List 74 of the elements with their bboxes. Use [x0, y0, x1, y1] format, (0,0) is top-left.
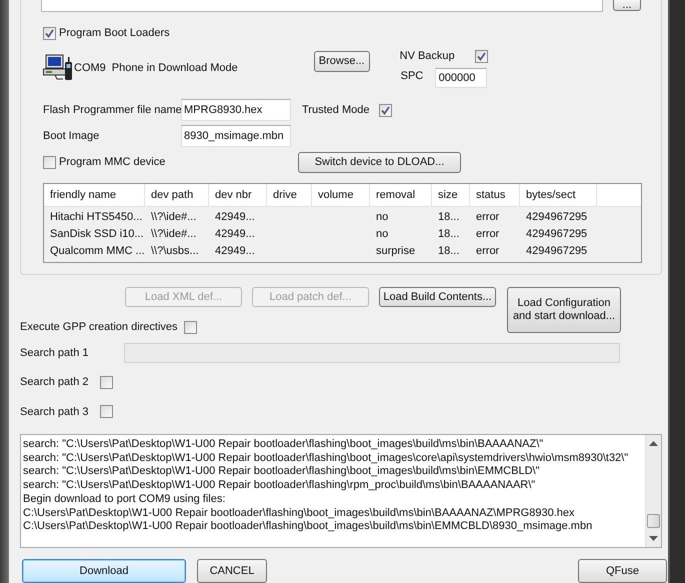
log-line: search: "C:\Users\Pat\Desktop\W1-U00 Repair bootloader\flashing\boot_images\build\ms\bin\EMMCBLD\": [23, 465, 540, 480]
checkbox-label: Execute GPP creation directives: [20, 321, 179, 334]
log-line: search: "C:\Users\Pat\Desktop\W1-U00 Repair bootloader\flashing\boot_images\build\ms\bin\BAAAANAZ\": [23, 438, 544, 452]
table-cell-text: 18...: [437, 210, 460, 225]
browse-button[interactable]: Browse...: [314, 50, 370, 72]
column-header[interactable]: dev nbr: [209, 184, 267, 206]
port-status: Phone in Download Mode: [112, 62, 238, 74]
table-cell-text: 4294967295: [525, 210, 588, 225]
checkbox[interactable]: [100, 405, 113, 418]
browse-path-button[interactable]: ...: [613, 0, 641, 11]
table-cell-text: 18...: [437, 227, 460, 242]
download-button[interactable]: Download: [22, 559, 186, 583]
column-header[interactable]: removal: [370, 184, 432, 206]
checkbox[interactable]: [379, 104, 392, 116]
log-line: search: "C:\Users\Pat\Desktop\W1-U00 Repair bootloader\flashing\boot_images\core\api\systemdrivers\hwio\msm8930\t32\": [23, 452, 628, 466]
column-header[interactable]: status: [470, 184, 520, 206]
nv-backup-label: NV Backup: [400, 50, 456, 62]
table-cell-text: SanDisk SSD i10...: [49, 227, 145, 242]
flash-programmer-label: Flash Programmer file name: [43, 104, 181, 116]
column-header[interactable]: friendly name: [44, 184, 145, 206]
table-cell-text: 42949...: [214, 244, 256, 259]
checkbox[interactable]: [184, 320, 197, 334]
qfuse-button[interactable]: QFuse: [578, 559, 667, 583]
column-header[interactable]: volume: [312, 184, 370, 206]
search-path-label: Search path 2: [20, 376, 90, 388]
table-cell-text: 4294967295: [525, 244, 588, 259]
path-field[interactable]: [41, 0, 603, 12]
table-cell-text: Hitachi HTS5450...: [49, 210, 144, 225]
log-line: Begin download to port COM9 using files:: [23, 492, 226, 507]
port-name: COM9: [74, 62, 106, 74]
table-cell-text: \\?\ide#...: [150, 210, 198, 225]
log-line: search: "C:\Users\Pat\Desktop\W1-U00 Repair bootloader\flashing\rpm_proc\build\ms\bin\BAAAANAAR\": [23, 479, 536, 493]
table-cell-text: error: [475, 227, 500, 242]
table-cell-text: 42949...: [214, 210, 256, 225]
trusted-mode-label: Trusted Mode: [302, 104, 370, 116]
spc-field[interactable]: 000000: [434, 68, 487, 88]
table-cell-text: no: [375, 210, 390, 225]
search-path-label: Search path 3: [20, 406, 90, 418]
table-cell-text: error: [475, 244, 500, 259]
load-configuration-button[interactable]: Load Configuration and start download...: [507, 287, 621, 333]
checkbox-label: Program Boot Loaders: [59, 27, 170, 39]
table-cell-text: no: [375, 227, 390, 242]
column-header[interactable]: bytes/sect: [520, 184, 597, 206]
log-line: C:\Users\Pat\Desktop\W1-U00 Repair bootloader\flashing\boot_images\build\ms\bin\BAAAANAZ\MPRG8930.hex: [23, 506, 574, 520]
log-line: C:\Users\Pat\Desktop\W1-U00 Repair bootloader\flashing\boot_images\build\ms\bin\EMMCBLD\8930_msimage.mbn: [23, 520, 592, 534]
checkbox-label: Program MMC device: [59, 156, 166, 168]
column-header[interactable]: drive: [267, 184, 312, 206]
checkbox[interactable]: [474, 50, 488, 62]
boot-image-label: Boot Image: [43, 130, 100, 142]
scrollbar-thumb[interactable]: [647, 514, 660, 528]
switch-device-button[interactable]: Switch device to DLOAD...: [298, 152, 461, 172]
table-cell-text: 42949...: [214, 227, 256, 242]
table-cell-text: 18...: [437, 244, 460, 259]
search-path-label: Search path 1: [20, 347, 90, 360]
scrollbar[interactable]: [645, 435, 661, 548]
table-cell-text: 4294967295: [525, 227, 588, 242]
load-button[interactable]: Load Build Contents...: [379, 287, 496, 307]
table-cell-text: \\?\ide#...: [150, 227, 198, 242]
computer-phone-icon: [43, 54, 74, 80]
scroll-up-icon[interactable]: [649, 441, 658, 446]
table-cell-text: \\?\usbs...: [150, 244, 200, 259]
column-header[interactable]: size: [432, 184, 470, 206]
table-cell-text: surprise: [375, 244, 416, 259]
table-cell-text: error: [475, 210, 500, 225]
checkbox[interactable]: [43, 156, 56, 168]
table-cell-text: Qualcomm MMC ...: [49, 244, 145, 259]
spc-label: SPC: [400, 70, 424, 82]
column-header[interactable]: dev path: [145, 184, 209, 206]
boot-image-field[interactable]: 8930_msimage.mbn: [181, 125, 291, 147]
checkbox[interactable]: [100, 376, 113, 389]
checkbox[interactable]: [43, 26, 56, 40]
cancel-button[interactable]: CANCEL: [197, 559, 267, 583]
scroll-down-icon[interactable]: [649, 536, 658, 542]
flash-programmer-field[interactable]: MPRG8930.hex: [181, 99, 291, 121]
